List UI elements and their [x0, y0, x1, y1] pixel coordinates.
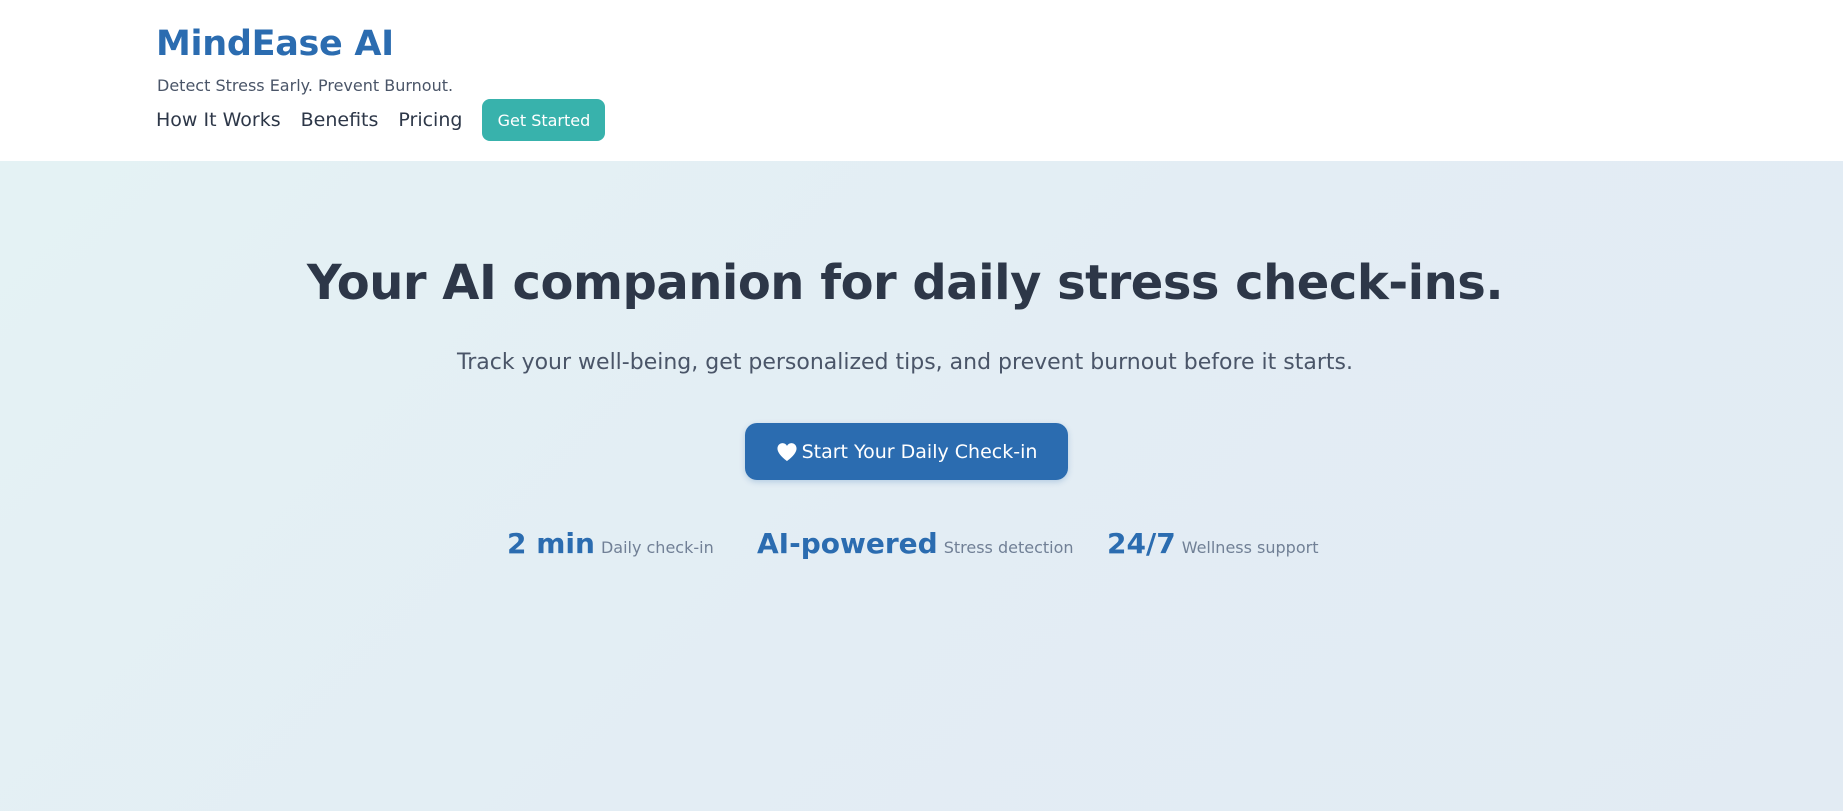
- stat-label: Daily check-in: [600, 538, 714, 557]
- hero-section: Your AI companion for daily stress check…: [0, 161, 1843, 811]
- hero-subtitle: Track your well-being, get personalized …: [457, 350, 1353, 375]
- site-header: MindEase AI Detect Stress Early. Prevent…: [0, 0, 1843, 161]
- stat-item: AI-powered Stress detection: [757, 527, 1074, 560]
- stat-label: Wellness support: [1181, 538, 1319, 557]
- stat-value: 24/7: [1107, 527, 1176, 560]
- stat-label: Stress detection: [943, 538, 1074, 557]
- start-check-in-button[interactable]: Start Your Daily Check-in: [745, 423, 1068, 480]
- get-started-button[interactable]: Get Started: [482, 99, 606, 141]
- brand-logo[interactable]: MindEase AI: [156, 24, 394, 64]
- stat-value: AI-powered: [757, 527, 938, 560]
- nav-link-how-it-works[interactable]: How It Works: [156, 109, 281, 131]
- nav-link-pricing[interactable]: Pricing: [398, 109, 462, 131]
- stat-value: 2 min: [507, 527, 595, 560]
- hero-title: Your AI companion for daily stress check…: [306, 255, 1504, 311]
- heart-icon: [776, 442, 798, 462]
- brand-tagline: Detect Stress Early. Prevent Burnout.: [157, 76, 454, 95]
- start-check-in-label: Start Your Daily Check-in: [801, 440, 1038, 463]
- nav-link-benefits[interactable]: Benefits: [301, 109, 379, 131]
- stat-item: 2 min Daily check-in: [507, 527, 714, 560]
- stat-item: 24/7 Wellness support: [1107, 527, 1318, 560]
- stats-row: 2 min Daily check-in AI-powered Stress d…: [0, 527, 1843, 567]
- main-nav: How It Works Benefits Pricing Get Starte…: [156, 99, 606, 141]
